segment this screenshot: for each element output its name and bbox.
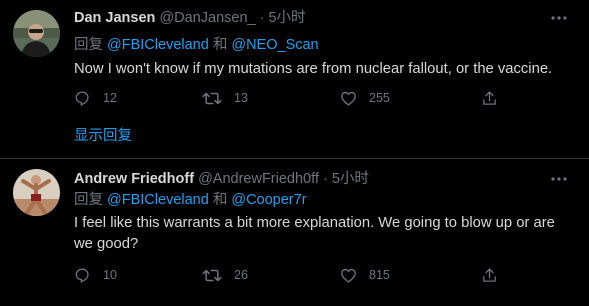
reply-count: 10	[103, 268, 117, 282]
tweet-actions: 12 13 255	[74, 88, 514, 108]
retweet-icon	[202, 92, 222, 104]
reply-prefix: 回复	[74, 37, 103, 53]
user-handle[interactable]: @AndrewFriedh0ff	[198, 171, 319, 187]
mention-link[interactable]: @NEO_Scan	[231, 37, 318, 53]
like-button[interactable]: 255	[340, 88, 390, 108]
tweet-text: I feel like this warrants a bit more exp…	[74, 215, 555, 252]
avatar[interactable]	[13, 10, 60, 57]
retweet-button[interactable]: 13	[202, 88, 248, 108]
like-count: 255	[369, 91, 390, 105]
reply-button[interactable]: 10	[74, 265, 117, 285]
replying-to: 回复 @FBICleveland 和 @Cooper7r	[74, 190, 307, 210]
retweet-count: 26	[234, 268, 248, 282]
reply-icon	[75, 91, 89, 106]
retweet-count: 13	[234, 91, 248, 105]
more-button[interactable]	[547, 10, 571, 26]
and-text: 和	[212, 192, 228, 208]
reply-button[interactable]: 12	[74, 88, 117, 108]
like-button[interactable]: 815	[340, 265, 390, 285]
tweet-text: Now I won't know if my mutations are fro…	[74, 61, 553, 77]
share-button[interactable]	[481, 265, 498, 285]
more-button[interactable]	[547, 171, 571, 187]
replying-to: 回复 @FBICleveland 和 @NEO_Scan	[74, 35, 319, 55]
timestamp[interactable]: 5小时	[332, 171, 369, 187]
like-icon	[341, 91, 356, 106]
share-icon	[483, 90, 496, 105]
more-icon	[551, 16, 567, 20]
like-count: 815	[369, 268, 390, 282]
display-name[interactable]: Dan Jansen	[74, 10, 155, 26]
tweet[interactable]: Dan Jansen @DanJansen_ · 5小时 回复 @FBIClev…	[0, 0, 589, 160]
retweet-icon	[202, 269, 222, 281]
show-replies-link[interactable]: 显示回复	[74, 126, 132, 146]
tweet-header: Andrew Friedhoff @AndrewFriedh0ff · 5小时	[74, 169, 369, 189]
tweet-actions: 10 26 815	[74, 265, 514, 285]
user-handle[interactable]: @DanJansen_	[159, 10, 255, 26]
display-name[interactable]: Andrew Friedhoff	[74, 171, 194, 187]
reply-count: 12	[103, 91, 117, 105]
mention-link[interactable]: @Cooper7r	[231, 192, 306, 208]
more-icon	[551, 177, 567, 181]
reply-icon	[75, 268, 89, 283]
mention-link[interactable]: @FBICleveland	[107, 37, 209, 53]
avatar[interactable]	[13, 169, 60, 216]
retweet-button[interactable]: 26	[202, 265, 248, 285]
share-button[interactable]	[481, 88, 498, 108]
mention-link[interactable]: @FBICleveland	[107, 192, 209, 208]
tweet[interactable]: Andrew Friedhoff @AndrewFriedh0ff · 5小时 …	[0, 159, 589, 306]
separator: ·	[322, 171, 328, 187]
share-icon	[483, 267, 496, 282]
reply-prefix: 回复	[74, 192, 103, 208]
like-icon	[341, 268, 356, 283]
and-text: 和	[212, 37, 228, 53]
separator: ·	[259, 10, 265, 26]
timestamp[interactable]: 5小时	[268, 10, 305, 26]
tweet-header: Dan Jansen @DanJansen_ · 5小时	[74, 8, 306, 28]
